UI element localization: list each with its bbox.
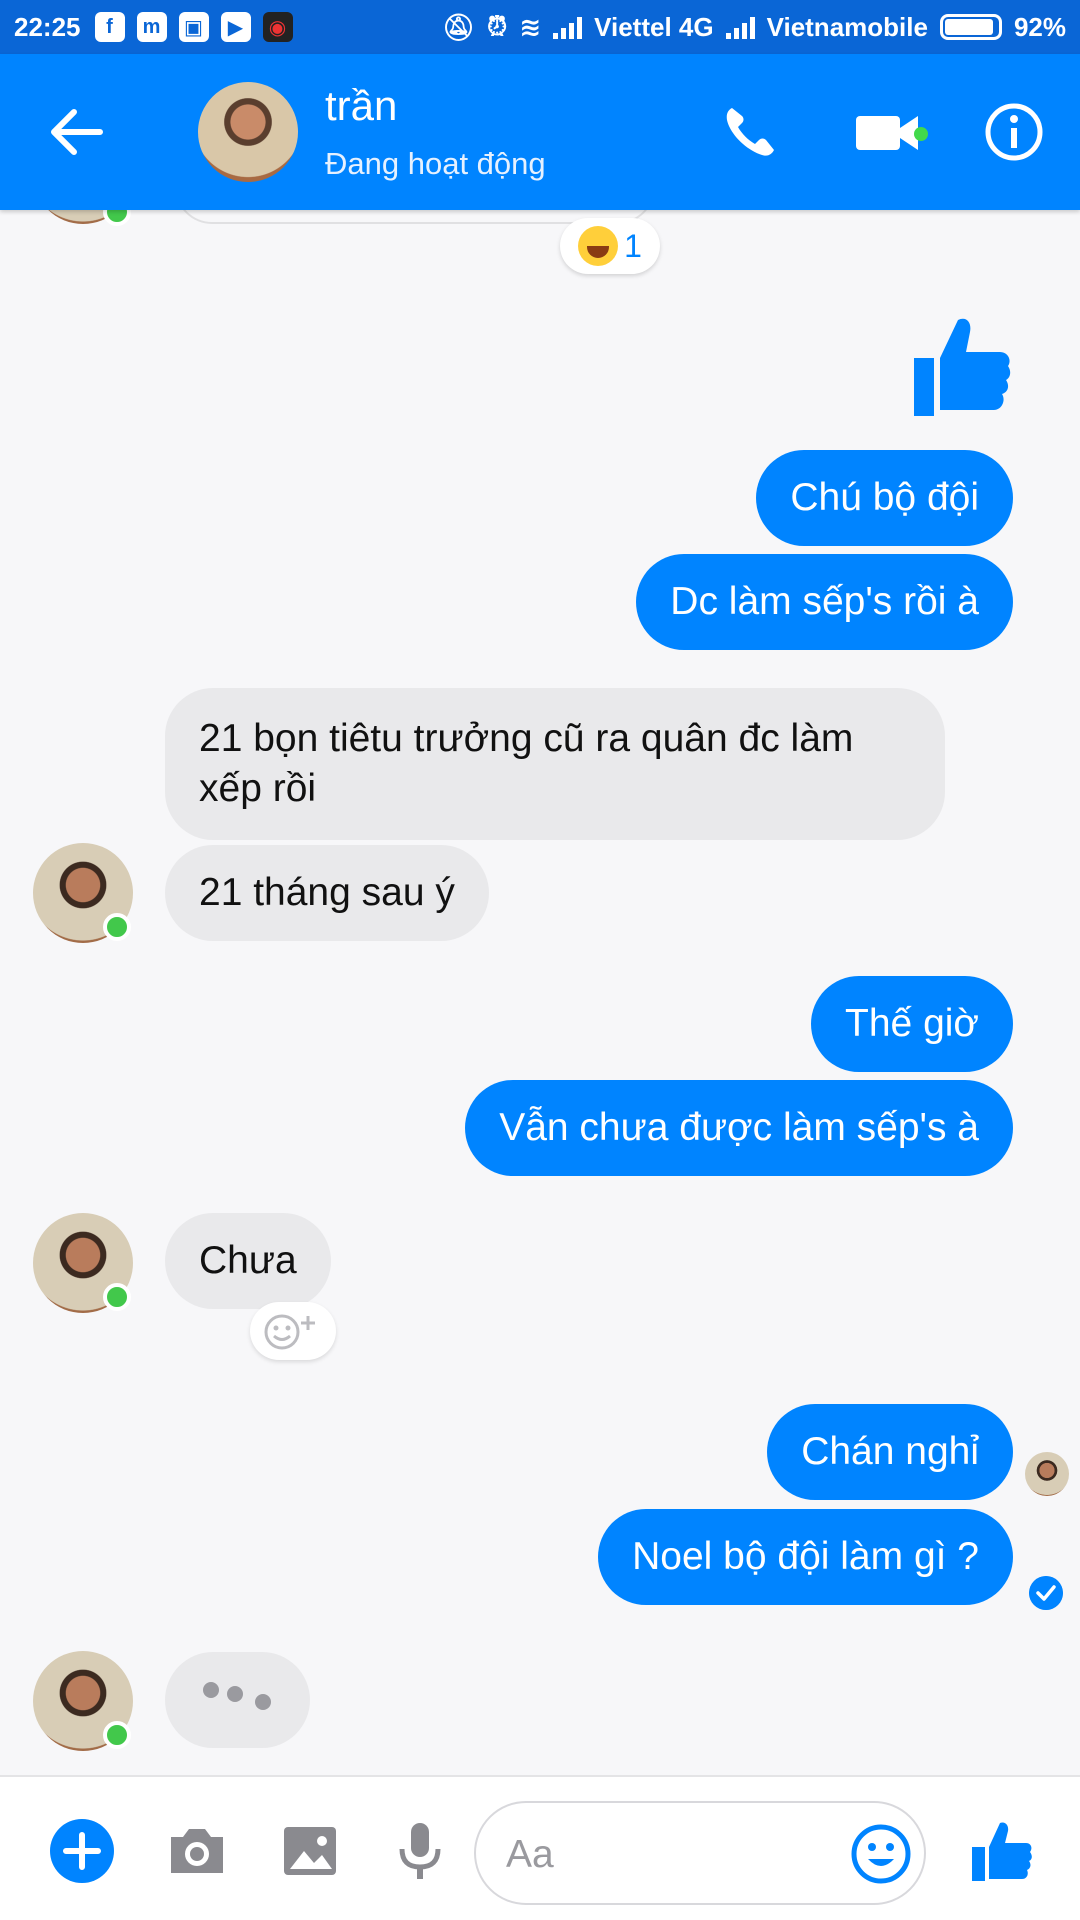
- camera-app-icon: ◉: [262, 12, 293, 42]
- outgoing-message[interactable]: Dc làm sếp's rồi à: [636, 554, 1013, 650]
- phone-icon[interactable]: [718, 100, 782, 164]
- microphone-icon[interactable]: [388, 1819, 452, 1883]
- status-bar: 22:25 f m ▣ ▶ ◉ 🔕︎ ⏰︎ ≋ Viettel 4G Vietn…: [0, 0, 1080, 54]
- outgoing-message[interactable]: Vẫn chưa được làm sếp's à: [465, 1080, 1013, 1176]
- carrier-1: Viettel 4G: [594, 11, 714, 42]
- signal-icon: [553, 15, 583, 39]
- emoji-icon[interactable]: [850, 1823, 912, 1885]
- message-composer: [0, 1775, 1080, 1920]
- reaction-count: 1: [624, 227, 642, 264]
- message-input-box[interactable]: [474, 1801, 926, 1905]
- message-input[interactable]: [506, 1825, 826, 1885]
- delivered-check-icon: [1029, 1576, 1063, 1610]
- clock: 22:25: [14, 11, 81, 42]
- laughing-emoji-icon: [578, 226, 619, 266]
- mute-icon: 🔕︎: [442, 11, 476, 42]
- alarm-icon: ⏰︎: [487, 11, 508, 41]
- wifi-icon: ≋: [519, 11, 542, 42]
- outgoing-message[interactable]: Chú bộ đội: [756, 450, 1013, 546]
- carrier-2: Vietnamobile: [766, 11, 928, 42]
- active-status-dot: [103, 913, 131, 941]
- conversation-header: trần Đang hoạt động: [0, 54, 1080, 210]
- incoming-message[interactable]: 21 bọn tiêtu trưởng cũ ra quân đc làm xế…: [165, 688, 945, 840]
- add-reaction-icon[interactable]: [250, 1302, 336, 1360]
- signal-icon: [725, 15, 755, 39]
- typing-indicator: [165, 1652, 310, 1748]
- incoming-message[interactable]: 21 tháng sau ý: [165, 845, 489, 941]
- plus-icon[interactable]: [50, 1819, 114, 1883]
- active-status-dot: [103, 1283, 131, 1311]
- video-app-icon: ▶: [220, 12, 251, 42]
- video-active-dot: [914, 127, 928, 141]
- incoming-message[interactable]: Chưa: [165, 1213, 331, 1309]
- back-arrow-icon[interactable]: [48, 106, 104, 158]
- info-icon[interactable]: [982, 100, 1046, 164]
- seen-avatar: [1025, 1452, 1069, 1496]
- facebook-app-icon: f: [94, 12, 125, 42]
- active-status-dot: [103, 1721, 131, 1749]
- thumbs-up-icon: [914, 318, 1011, 416]
- camera-icon[interactable]: [165, 1819, 229, 1883]
- battery-icon: [939, 14, 1002, 40]
- outgoing-message[interactable]: Chán nghỉ: [767, 1404, 1013, 1500]
- contact-avatar[interactable]: [198, 82, 298, 182]
- contact-status: Đang hoạt động: [325, 146, 546, 181]
- battery-percent: 92%: [1013, 11, 1066, 42]
- messenger-app-icon: m: [136, 12, 167, 42]
- outgoing-message[interactable]: Noel bộ đội làm gì ?: [598, 1509, 1013, 1605]
- contact-name[interactable]: trần: [325, 82, 397, 130]
- app-icon: ▣: [178, 12, 209, 42]
- message-reaction[interactable]: 1: [560, 218, 660, 274]
- like-icon[interactable]: [970, 1819, 1034, 1883]
- gallery-icon[interactable]: [278, 1819, 342, 1883]
- outgoing-message[interactable]: Thế giờ: [811, 976, 1013, 1072]
